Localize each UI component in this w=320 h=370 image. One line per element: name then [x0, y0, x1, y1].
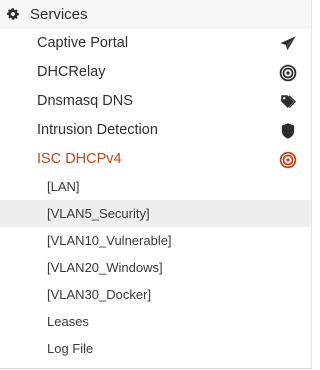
menu-item-intrusion-detection[interactable]: Intrusion Detection	[0, 116, 311, 145]
submenu-item-vlan30-docker[interactable]: [VLAN30_Docker]	[0, 281, 311, 308]
menu-item-dhcrelay[interactable]: DHCRelay	[0, 58, 311, 87]
submenu-item-leases[interactable]: Leases	[0, 308, 311, 335]
submenu-item-log-file[interactable]: Log File	[0, 335, 311, 362]
menu-item-label: Intrusion Detection	[37, 122, 158, 138]
services-header[interactable]: Services	[0, 0, 311, 29]
submenu-item-label: [LAN]	[47, 179, 80, 194]
paper-plane-icon	[279, 35, 297, 53]
submenu-item-label: [VLAN30_Docker]	[47, 287, 152, 302]
menu-item-dnsmasq-dns[interactable]: Dnsmasq DNS	[0, 87, 311, 116]
services-label: Services	[30, 6, 88, 23]
target-icon	[279, 151, 297, 169]
submenu-item-label: Leases	[47, 314, 89, 329]
submenu-item-label: Log File	[47, 341, 94, 356]
submenu-item-label: [VLAN20_Windows]	[47, 260, 163, 275]
tags-icon	[279, 93, 297, 111]
submenu-item-vlan10-vulnerable[interactable]: [VLAN10_Vulnerable]	[0, 227, 311, 254]
menu-item-label: Dnsmasq DNS	[37, 93, 133, 109]
submenu-item-vlan5-security[interactable]: [VLAN5_Security]	[0, 200, 311, 227]
target-icon	[279, 64, 297, 82]
menu-item-label: Captive Portal	[37, 35, 129, 51]
menu-item-isc-dhcpv4[interactable]: ISC DHCPv4	[0, 145, 311, 174]
submenu-item-label: [VLAN10_Vulnerable]	[47, 233, 172, 248]
submenu-item-label: [VLAN5_Security]	[47, 206, 150, 221]
services-menu: Services Captive Portal DHCRelay Dnsmasq…	[0, 0, 312, 370]
menu-item-label: DHCRelay	[37, 64, 106, 80]
shield-icon	[279, 122, 297, 140]
menu-item-captive-portal[interactable]: Captive Portal	[0, 29, 311, 58]
submenu-item-lan[interactable]: [LAN]	[0, 173, 311, 200]
menu-item-label: ISC DHCPv4	[37, 151, 122, 167]
menu-divider	[0, 368, 311, 369]
gear-icon	[6, 7, 20, 21]
submenu-item-vlan20-windows[interactable]: [VLAN20_Windows]	[0, 254, 311, 281]
